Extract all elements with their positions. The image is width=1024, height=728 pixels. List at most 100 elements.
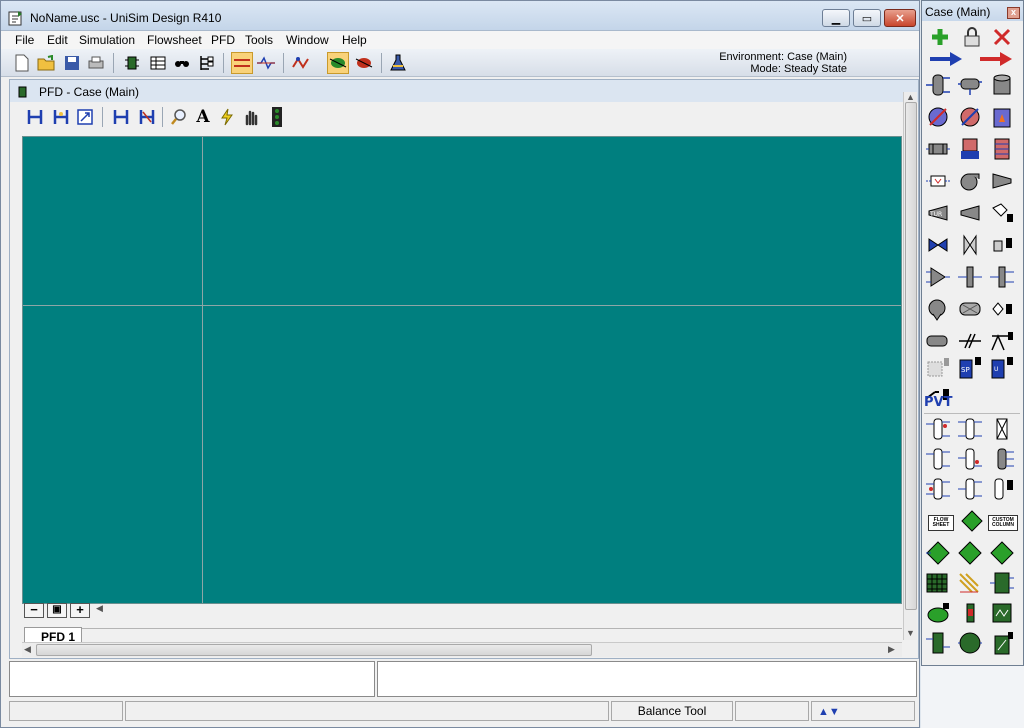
horizontal-scroll-thumb[interactable] bbox=[36, 644, 592, 656]
gibbs-grid-button[interactable] bbox=[924, 569, 952, 597]
zoom-out-button[interactable]: − bbox=[24, 603, 44, 618]
absorber-button[interactable] bbox=[956, 415, 984, 443]
air-cooler-button[interactable] bbox=[956, 135, 984, 163]
object-tree-button[interactable] bbox=[195, 52, 217, 74]
pump-button[interactable] bbox=[956, 167, 984, 195]
menu-window[interactable]: Window bbox=[286, 33, 329, 47]
minimize-button[interactable]: ▁ bbox=[822, 9, 850, 27]
break-connection-button[interactable] bbox=[110, 106, 132, 128]
cstr-button[interactable] bbox=[988, 569, 1016, 597]
scroll-left-icon[interactable]: ◀ bbox=[96, 603, 103, 614]
zoom-fit-page-button[interactable]: ▣ bbox=[47, 603, 67, 618]
yield-shift-button[interactable] bbox=[956, 569, 984, 597]
title-bar[interactable]: NoName.usc - UniSim Design R410 ▁ ▭ ✕ bbox=[1, 1, 919, 31]
kinetic-reactor-button[interactable] bbox=[988, 629, 1016, 657]
zoom-button[interactable] bbox=[168, 106, 190, 128]
menu-pfd[interactable]: PFD bbox=[211, 33, 235, 47]
custom-column-button[interactable]: CUSTOM COLUMN bbox=[988, 515, 1018, 531]
liquid-extractor-button[interactable] bbox=[924, 475, 952, 503]
scroll-up-icon[interactable]: ▲ bbox=[906, 92, 915, 102]
pfd-vertical-scrollbar[interactable]: ▲ ▼ bbox=[903, 92, 917, 640]
recip-compressor-button[interactable] bbox=[956, 199, 984, 227]
flask-button[interactable] bbox=[387, 52, 409, 74]
scroll-right-icon[interactable]: ▶ bbox=[888, 644, 895, 655]
column-sub-flowsheet-button[interactable] bbox=[988, 475, 1016, 503]
fired-heater-button[interactable] bbox=[988, 103, 1016, 131]
mixer-button[interactable] bbox=[924, 263, 952, 291]
separator-button[interactable] bbox=[924, 71, 952, 99]
trace-up-down-icon[interactable]: ▲▼ bbox=[818, 706, 840, 718]
steady-state-mode-button[interactable] bbox=[231, 52, 253, 74]
heat-exchanger-button[interactable] bbox=[924, 135, 952, 163]
palette-title-bar[interactable]: Case (Main) x bbox=[922, 1, 1023, 21]
color-scheme-button[interactable] bbox=[266, 106, 288, 128]
trace-window-left[interactable] bbox=[9, 661, 375, 697]
filter-button[interactable] bbox=[956, 295, 984, 323]
close-button[interactable]: ✕ bbox=[884, 9, 916, 27]
zoom-fit-button[interactable] bbox=[74, 106, 96, 128]
vertical-scroll-thumb[interactable] bbox=[905, 102, 917, 610]
three-phase-distillation-button[interactable] bbox=[988, 445, 1016, 473]
dynamics-mode-button[interactable] bbox=[255, 52, 277, 74]
attach-mode-button[interactable] bbox=[50, 106, 72, 128]
scroll-down-icon[interactable]: ▼ bbox=[906, 628, 915, 638]
lng-exchanger-button[interactable] bbox=[988, 135, 1016, 163]
expander-button[interactable]: TUR bbox=[924, 199, 952, 227]
distillation-column-button[interactable] bbox=[924, 415, 952, 443]
reactor-block-button[interactable] bbox=[988, 599, 1016, 627]
reactor-diamond-button[interactable] bbox=[924, 539, 952, 567]
pipe-segment-button[interactable] bbox=[924, 327, 952, 355]
trace-toggle[interactable]: ▲▼ bbox=[811, 701, 915, 721]
pfd-horizontal-scrollbar[interactable]: ◀ ▶ bbox=[22, 642, 902, 657]
print-button[interactable] bbox=[85, 52, 107, 74]
solver-active-button[interactable] bbox=[327, 52, 349, 74]
standard-sub-flowsheet-button[interactable] bbox=[958, 507, 986, 535]
menu-file[interactable]: File bbox=[15, 33, 34, 47]
menu-edit[interactable]: Edit bbox=[47, 33, 68, 47]
flowsheet-button[interactable]: FLOW SHEET bbox=[928, 515, 954, 531]
workbook-button[interactable] bbox=[147, 52, 169, 74]
recycle-reactor-button[interactable] bbox=[924, 629, 952, 657]
save-button[interactable] bbox=[61, 52, 83, 74]
object-navigator-button[interactable] bbox=[171, 52, 193, 74]
pump-jack-button[interactable] bbox=[988, 327, 1016, 355]
tee-button[interactable] bbox=[956, 263, 984, 291]
user-unit-op-button[interactable]: U bbox=[988, 353, 1016, 381]
valve-button[interactable] bbox=[924, 231, 952, 259]
pfd-canvas[interactable] bbox=[22, 136, 902, 604]
new-file-button[interactable] bbox=[11, 52, 33, 74]
hide-button[interactable] bbox=[136, 106, 158, 128]
tank-button[interactable] bbox=[988, 71, 1016, 99]
electric-heater-button[interactable] bbox=[924, 167, 952, 195]
spherical-reactor-button[interactable] bbox=[956, 629, 984, 657]
solver-holding-button[interactable] bbox=[353, 52, 375, 74]
relief-valve-button[interactable] bbox=[956, 231, 984, 259]
shortcut-button[interactable] bbox=[216, 106, 238, 128]
equilibrium-reactor-button[interactable] bbox=[988, 539, 1016, 567]
pfr-button[interactable] bbox=[924, 599, 952, 627]
pfd-title-bar[interactable]: PFD - Case (Main) bbox=[10, 80, 918, 102]
text-tool-button[interactable]: A bbox=[192, 106, 214, 128]
compressible-gas-pipe-button[interactable] bbox=[956, 327, 984, 355]
hydraulic-turbine-button[interactable] bbox=[988, 199, 1016, 227]
neural-network-button[interactable] bbox=[924, 353, 952, 381]
zoom-in-button[interactable]: + bbox=[70, 603, 90, 618]
conversion-reactor-button[interactable] bbox=[956, 539, 984, 567]
reboiled-absorber-button[interactable] bbox=[924, 445, 952, 473]
cyclone-button[interactable] bbox=[924, 295, 952, 323]
spreadsheet-op-button[interactable]: SP bbox=[956, 353, 984, 381]
maximize-button[interactable]: ▭ bbox=[853, 9, 881, 27]
control-valve-button[interactable] bbox=[988, 231, 1016, 259]
menu-flowsheet[interactable]: Flowsheet bbox=[147, 33, 202, 47]
menu-simulation[interactable]: Simulation bbox=[79, 33, 135, 47]
menu-tools[interactable]: Tools bbox=[245, 33, 273, 47]
refluxed-absorber-button[interactable] bbox=[956, 445, 984, 473]
palette-close-button[interactable]: x bbox=[1007, 7, 1020, 19]
component-splitter-col-button[interactable] bbox=[988, 415, 1016, 443]
batch-reactor-button[interactable] bbox=[956, 599, 984, 627]
three-phase-separator-button[interactable] bbox=[956, 71, 984, 99]
solid-separator-button[interactable] bbox=[988, 295, 1016, 323]
auto-position-button[interactable] bbox=[24, 106, 46, 128]
heater-button[interactable] bbox=[924, 103, 952, 131]
trace-window-right[interactable] bbox=[377, 661, 917, 697]
